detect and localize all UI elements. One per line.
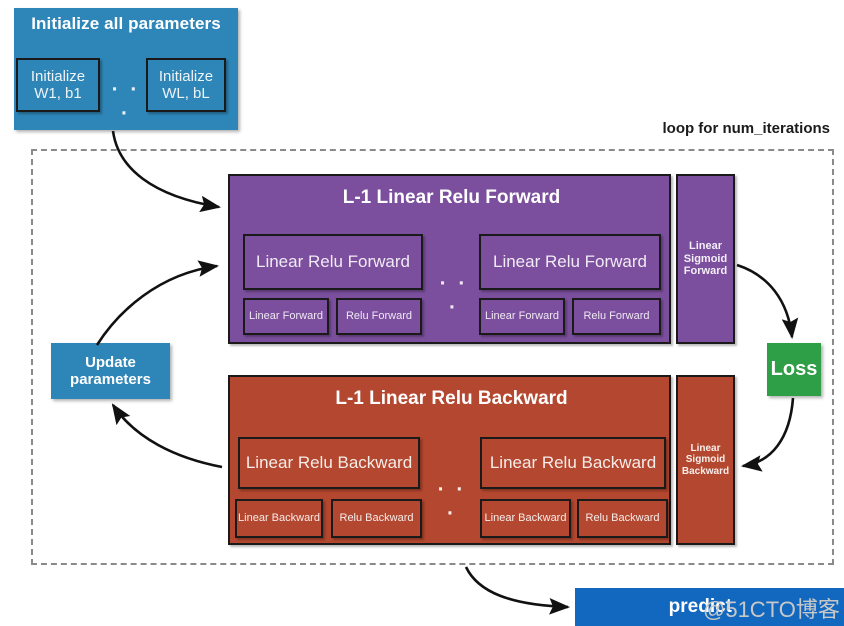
predict-box[interactable]: predict (575, 588, 844, 626)
update-parameters-box[interactable]: Update parameters (51, 343, 170, 399)
initialize-parameters-title: Initialize all parameters (31, 14, 221, 33)
loss-box[interactable]: Loss (767, 343, 821, 396)
initialize-wl-bl-line2: WL, bL (162, 85, 210, 102)
forward-block-title: L-1 Linear Relu Forward (342, 187, 561, 208)
relu-forward-box-1[interactable]: Relu Forward (336, 298, 422, 335)
linear-forward-box-2[interactable]: Linear Forward (479, 298, 565, 335)
relu-backward-box-1[interactable]: Relu Backward (331, 499, 422, 538)
backward-ellipsis: · · · (437, 478, 467, 525)
predict-label: predict (668, 596, 732, 618)
relu-backward-box-2[interactable]: Relu Backward (577, 499, 668, 538)
backward-block-title: L-1 Linear Relu Backward (335, 388, 568, 409)
initialize-wl-bl-line1: Initialize (158, 67, 214, 85)
loop-label: loop for num_iterations (662, 120, 830, 137)
initialize-w1-b1-label: Initialize W1, b1 (31, 68, 85, 103)
linear-relu-backward-box-1[interactable]: Linear Relu Backward (238, 437, 420, 489)
initialize-w1-b1-box[interactable]: Initialize W1, b1 (16, 58, 100, 112)
linear-relu-forward-box-1[interactable]: Linear Relu Forward (243, 234, 423, 290)
linear-sigmoid-forward-box[interactable]: Linear Sigmoid Forward (676, 174, 735, 344)
forward-ellipsis: · · · (439, 272, 469, 319)
relu-forward-box-2[interactable]: Relu Forward (572, 298, 661, 335)
initialize-w1-b1-line2: W1, b1 (34, 85, 82, 102)
linear-relu-forward-box-2[interactable]: Linear Relu Forward (479, 234, 661, 290)
initialize-w1-b1-line1: Initialize (30, 67, 86, 85)
diagram-canvas: loop for num_iterations Initialize all p… (0, 0, 844, 626)
linear-backward-box-1[interactable]: Linear Backward (235, 499, 323, 538)
arrow-loop-to-predict (464, 566, 571, 615)
linear-forward-box-1[interactable]: Linear Forward (243, 298, 329, 335)
initialize-ellipsis: · · · (111, 78, 141, 125)
linear-backward-box-2[interactable]: Linear Backward (480, 499, 571, 538)
linear-relu-backward-box-2[interactable]: Linear Relu Backward (480, 437, 666, 489)
initialize-wl-bl-label: Initialize WL, bL (159, 68, 213, 103)
initialize-wl-bl-box[interactable]: Initialize WL, bL (146, 58, 226, 112)
linear-sigmoid-backward-box[interactable]: Linear Sigmoid Backward (676, 375, 735, 545)
